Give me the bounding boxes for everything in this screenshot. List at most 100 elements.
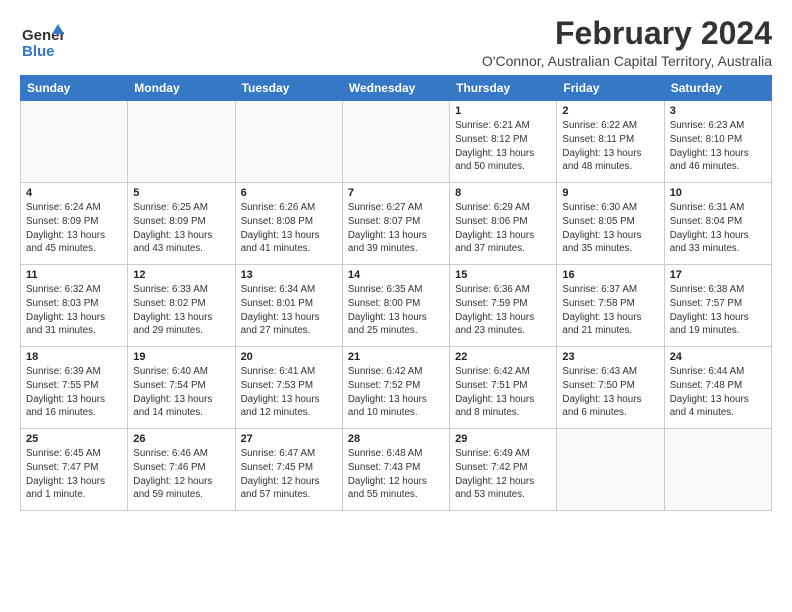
day-cell: 13Sunrise: 6:34 AM Sunset: 8:01 PM Dayli… [235, 265, 342, 347]
day-number: 22 [455, 351, 551, 363]
day-info: Sunrise: 6:22 AM Sunset: 8:11 PM Dayligh… [562, 119, 658, 174]
day-number: 20 [241, 351, 337, 363]
week-row-2: 4Sunrise: 6:24 AM Sunset: 8:09 PM Daylig… [21, 183, 772, 265]
day-info: Sunrise: 6:43 AM Sunset: 7:50 PM Dayligh… [562, 365, 658, 420]
day-cell: 16 Sunrise: 6:37 AM Sunset: 7:58 PM Dayli… [557, 265, 664, 347]
col-header-monday: Monday [128, 76, 235, 101]
day-number: 29 [455, 433, 551, 445]
day-number: 17 [670, 269, 766, 281]
day-number: 9 [562, 187, 658, 199]
month-title: February 2024 [482, 16, 772, 51]
page: General Blue February 2024 O'Connor, Aus… [0, 0, 792, 612]
day-info: Sunrise: 6:24 AM Sunset: 8:09 PM Dayligh… [26, 201, 122, 256]
day-number: 1 [455, 105, 551, 117]
day-number: 14 [348, 269, 444, 281]
logo: General Blue [20, 20, 64, 69]
day-cell: 29Sunrise: 6:49 AM Sunset: 7:42 PM Dayli… [450, 429, 557, 511]
day-info: Sunrise: 6:38 AM Sunset: 7:57 PM Dayligh… [670, 283, 766, 338]
day-cell: 4Sunrise: 6:24 AM Sunset: 8:09 PM Daylig… [21, 183, 128, 265]
day-cell [21, 101, 128, 183]
day-info: Sunrise: 6:39 AM Sunset: 7:55 PM Dayligh… [26, 365, 122, 420]
day-info: Sunrise: 6:47 AM Sunset: 7:45 PM Dayligh… [241, 447, 337, 502]
day-number: 24 [670, 351, 766, 363]
day-cell: 2 Sunrise: 6:22 AM Sunset: 8:11 PM Daylig… [557, 101, 664, 183]
week-row-4: 18 Sunrise: 6:39 AM Sunset: 7:55 PM Dayli… [21, 347, 772, 429]
day-number: 23 [562, 351, 658, 363]
day-info: Sunrise: 6:42 AM Sunset: 7:51 PM Dayligh… [455, 365, 551, 420]
subtitle: O'Connor, Australian Capital Territory, … [482, 53, 772, 69]
day-info: Sunrise: 6:34 AM Sunset: 8:01 PM Dayligh… [241, 283, 337, 338]
day-cell: 28Sunrise: 6:48 AM Sunset: 7:43 PM Dayli… [342, 429, 449, 511]
week-row-1: 1 Sunrise: 6:21 AM Sunset: 8:12 PM Daylig… [21, 101, 772, 183]
col-header-wednesday: Wednesday [342, 76, 449, 101]
day-info: Sunrise: 6:37 AM Sunset: 7:58 PM Dayligh… [562, 283, 658, 338]
day-cell: 19Sunrise: 6:40 AM Sunset: 7:54 PM Dayli… [128, 347, 235, 429]
day-cell: 18 Sunrise: 6:39 AM Sunset: 7:55 PM Dayli… [21, 347, 128, 429]
day-cell [128, 101, 235, 183]
day-number: 18 [26, 351, 122, 363]
day-info: Sunrise: 6:23 AM Sunset: 8:10 PM Dayligh… [670, 119, 766, 174]
day-cell: 7 Sunrise: 6:27 AM Sunset: 8:07 PM Daylig… [342, 183, 449, 265]
day-info: Sunrise: 6:32 AM Sunset: 8:03 PM Dayligh… [26, 283, 122, 338]
day-info: Sunrise: 6:26 AM Sunset: 8:08 PM Dayligh… [241, 201, 337, 256]
day-cell: 23 Sunrise: 6:43 AM Sunset: 7:50 PM Dayli… [557, 347, 664, 429]
day-cell: 24 Sunrise: 6:44 AM Sunset: 7:48 PM Dayli… [664, 347, 771, 429]
col-header-thursday: Thursday [450, 76, 557, 101]
col-header-saturday: Saturday [664, 76, 771, 101]
day-number: 25 [26, 433, 122, 445]
day-number: 28 [348, 433, 444, 445]
day-cell [664, 429, 771, 511]
day-cell: 1 Sunrise: 6:21 AM Sunset: 8:12 PM Daylig… [450, 101, 557, 183]
week-row-5: 25 Sunrise: 6:45 AM Sunset: 7:47 PM Dayli… [21, 429, 772, 511]
day-cell: 12 Sunrise: 6:33 AM Sunset: 8:02 PM Dayli… [128, 265, 235, 347]
day-info: Sunrise: 6:30 AM Sunset: 8:05 PM Dayligh… [562, 201, 658, 256]
day-number: 6 [241, 187, 337, 199]
day-info: Sunrise: 6:29 AM Sunset: 8:06 PM Dayligh… [455, 201, 551, 256]
day-cell: 20Sunrise: 6:41 AM Sunset: 7:53 PM Dayli… [235, 347, 342, 429]
day-info: Sunrise: 6:31 AM Sunset: 8:04 PM Dayligh… [670, 201, 766, 256]
day-info: Sunrise: 6:36 AM Sunset: 7:59 PM Dayligh… [455, 283, 551, 338]
day-number: 16 [562, 269, 658, 281]
day-number: 3 [670, 105, 766, 117]
week-row-3: 11 Sunrise: 6:32 AM Sunset: 8:03 PM Dayli… [21, 265, 772, 347]
header-row: SundayMondayTuesdayWednesdayThursdayFrid… [21, 76, 772, 101]
day-info: Sunrise: 6:21 AM Sunset: 8:12 PM Dayligh… [455, 119, 551, 174]
day-info: Sunrise: 6:35 AM Sunset: 8:00 PM Dayligh… [348, 283, 444, 338]
day-info: Sunrise: 6:46 AM Sunset: 7:46 PM Dayligh… [133, 447, 229, 502]
svg-text:Blue: Blue [22, 43, 55, 60]
day-cell: 21 Sunrise: 6:42 AM Sunset: 7:52 PM Dayli… [342, 347, 449, 429]
day-info: Sunrise: 6:25 AM Sunset: 8:09 PM Dayligh… [133, 201, 229, 256]
day-info: Sunrise: 6:27 AM Sunset: 8:07 PM Dayligh… [348, 201, 444, 256]
day-info: Sunrise: 6:44 AM Sunset: 7:48 PM Dayligh… [670, 365, 766, 420]
day-cell: 25 Sunrise: 6:45 AM Sunset: 7:47 PM Dayli… [21, 429, 128, 511]
day-number: 10 [670, 187, 766, 199]
day-cell: 3 Sunrise: 6:23 AM Sunset: 8:10 PM Daylig… [664, 101, 771, 183]
day-cell: 6 Sunrise: 6:26 AM Sunset: 8:08 PM Daylig… [235, 183, 342, 265]
calendar-table: SundayMondayTuesdayWednesdayThursdayFrid… [20, 75, 772, 511]
day-cell [557, 429, 664, 511]
day-number: 26 [133, 433, 229, 445]
col-header-friday: Friday [557, 76, 664, 101]
day-number: 11 [26, 269, 122, 281]
day-cell: 10 Sunrise: 6:31 AM Sunset: 8:04 PM Dayli… [664, 183, 771, 265]
day-info: Sunrise: 6:42 AM Sunset: 7:52 PM Dayligh… [348, 365, 444, 420]
day-cell: 22 Sunrise: 6:42 AM Sunset: 7:51 PM Dayli… [450, 347, 557, 429]
day-info: Sunrise: 6:45 AM Sunset: 7:47 PM Dayligh… [26, 447, 122, 502]
col-header-tuesday: Tuesday [235, 76, 342, 101]
day-number: 2 [562, 105, 658, 117]
logo-icon: General Blue [20, 20, 64, 64]
day-number: 21 [348, 351, 444, 363]
title-block: February 2024 O'Connor, Australian Capit… [482, 16, 772, 69]
day-number: 19 [133, 351, 229, 363]
day-cell: 5Sunrise: 6:25 AM Sunset: 8:09 PM Daylig… [128, 183, 235, 265]
day-number: 12 [133, 269, 229, 281]
day-cell: 15 Sunrise: 6:36 AM Sunset: 7:59 PM Dayli… [450, 265, 557, 347]
day-cell: 11 Sunrise: 6:32 AM Sunset: 8:03 PM Dayli… [21, 265, 128, 347]
header: General Blue February 2024 O'Connor, Aus… [20, 16, 772, 69]
day-cell: 8 Sunrise: 6:29 AM Sunset: 8:06 PM Daylig… [450, 183, 557, 265]
day-number: 15 [455, 269, 551, 281]
day-info: Sunrise: 6:33 AM Sunset: 8:02 PM Dayligh… [133, 283, 229, 338]
day-number: 8 [455, 187, 551, 199]
day-cell [342, 101, 449, 183]
day-number: 7 [348, 187, 444, 199]
